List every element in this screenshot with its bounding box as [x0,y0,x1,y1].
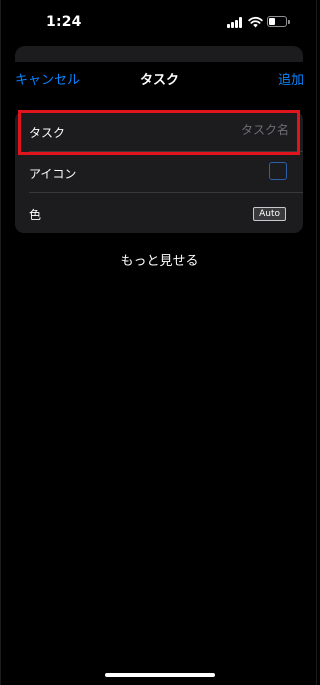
color-label: 色 [29,208,42,222]
page-title: タスク [139,73,179,88]
show-more-button[interactable]: もっと見せる [1,250,318,269]
navigation-bar: キャンセル タスク 追加 [1,58,318,98]
icon-label: アイコン [29,167,77,181]
color-auto-button[interactable]: Auto [253,207,286,221]
wifi-icon [248,16,263,28]
cellular-signal-icon [227,17,243,28]
color-row[interactable]: 色 Auto [15,193,303,233]
battery-icon [267,16,291,28]
screen: 1:24 キャンセル タスク 追加 タスク アイコン [0,0,317,685]
icon-row[interactable]: アイコン [15,152,303,193]
status-bar: 1:24 [1,0,318,44]
status-time: 1:24 [46,14,82,30]
highlight-box [18,110,300,155]
home-indicator [105,673,215,677]
add-button[interactable]: 追加 [278,69,304,88]
icon-well[interactable] [269,162,287,180]
